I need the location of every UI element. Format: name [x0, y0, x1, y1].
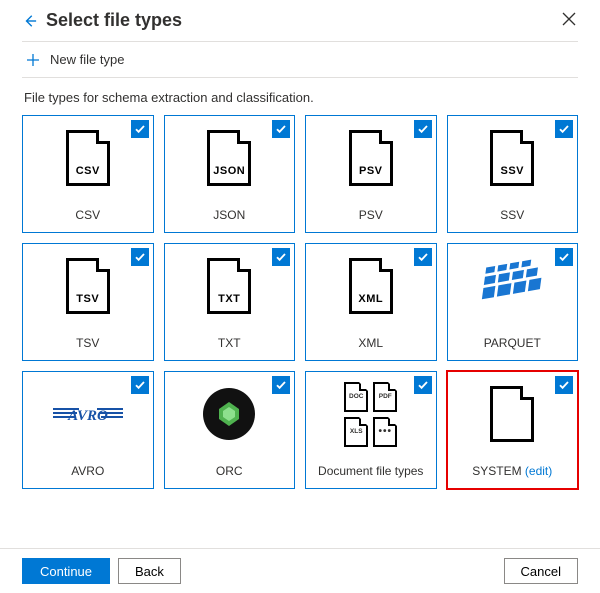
file-type-tile[interactable]: AVRO AVRO: [22, 371, 154, 489]
plus-icon: [26, 53, 40, 67]
file-icon: [490, 386, 534, 442]
tile-label: Document file types: [318, 464, 423, 478]
continue-button[interactable]: Continue: [22, 558, 110, 584]
file-type-tile[interactable]: XML XML: [305, 243, 437, 361]
file-type-tile[interactable]: JSON JSON: [164, 115, 296, 233]
avro-icon: AVRO: [49, 393, 127, 436]
file-type-tile[interactable]: PSV PSV: [305, 115, 437, 233]
tile-label: TSV: [76, 336, 99, 350]
check-icon: [414, 120, 432, 138]
file-type-tile[interactable]: DOCPDFXLS••• Document file types: [305, 371, 437, 489]
edit-link[interactable]: (edit): [525, 464, 552, 478]
tile-label: PSV: [359, 208, 383, 222]
check-icon: [414, 248, 432, 266]
file-type-tile[interactable]: PARQUET: [447, 243, 579, 361]
file-type-tile[interactable]: CSV CSV: [22, 115, 154, 233]
check-icon: [555, 120, 573, 138]
file-type-tile[interactable]: SYSTEM (edit): [447, 371, 579, 489]
check-icon: [131, 248, 149, 266]
close-icon[interactable]: [562, 12, 578, 28]
file-type-tile[interactable]: TSV TSV: [22, 243, 154, 361]
check-icon: [555, 376, 573, 394]
file-type-tile[interactable]: ORC: [164, 371, 296, 489]
tile-label: TXT: [218, 336, 241, 350]
dialog-footer: Continue Back Cancel: [0, 548, 600, 593]
check-icon: [131, 376, 149, 394]
check-icon: [272, 376, 290, 394]
dialog-header: Select file types: [22, 10, 578, 39]
file-type-tile[interactable]: SSV SSV: [447, 115, 579, 233]
back-arrow-icon[interactable]: [22, 13, 38, 29]
cancel-button[interactable]: Cancel: [504, 558, 578, 584]
orc-icon: [203, 388, 255, 440]
file-type-grid: CSV CSV JSON JSON PSV PSV SSV SSV TSV TSV TXT TXT XM…: [22, 115, 578, 489]
check-icon: [414, 376, 432, 394]
parquet-icon: [480, 257, 544, 314]
tile-label: CSV: [75, 208, 100, 222]
tile-label: SYSTEM (edit): [472, 464, 552, 478]
file-icon: TXT: [207, 258, 251, 314]
description-text: File types for schema extraction and cla…: [24, 90, 576, 105]
file-icon: CSV: [66, 130, 110, 186]
check-icon: [272, 248, 290, 266]
file-icon: SSV: [490, 130, 534, 186]
check-icon: [131, 120, 149, 138]
dialog-title: Select file types: [46, 10, 182, 31]
tile-label: JSON: [213, 208, 245, 222]
tile-label: ORC: [216, 464, 243, 478]
file-icon: PSV: [349, 130, 393, 186]
document-grid-icon: DOCPDFXLS•••: [344, 382, 397, 447]
check-icon: [272, 120, 290, 138]
svg-text:AVRO: AVRO: [67, 408, 108, 424]
file-icon: TSV: [66, 258, 110, 314]
tile-label: XML: [358, 336, 383, 350]
tile-label: PARQUET: [484, 336, 541, 350]
file-icon: JSON: [207, 130, 251, 186]
check-icon: [555, 248, 573, 266]
new-file-type-label: New file type: [50, 52, 124, 67]
tile-label: AVRO: [71, 464, 104, 478]
new-file-type-button[interactable]: New file type: [22, 42, 578, 78]
file-icon: XML: [349, 258, 393, 314]
tile-label: SSV: [500, 208, 524, 222]
back-button[interactable]: Back: [118, 558, 181, 584]
file-type-tile[interactable]: TXT TXT: [164, 243, 296, 361]
